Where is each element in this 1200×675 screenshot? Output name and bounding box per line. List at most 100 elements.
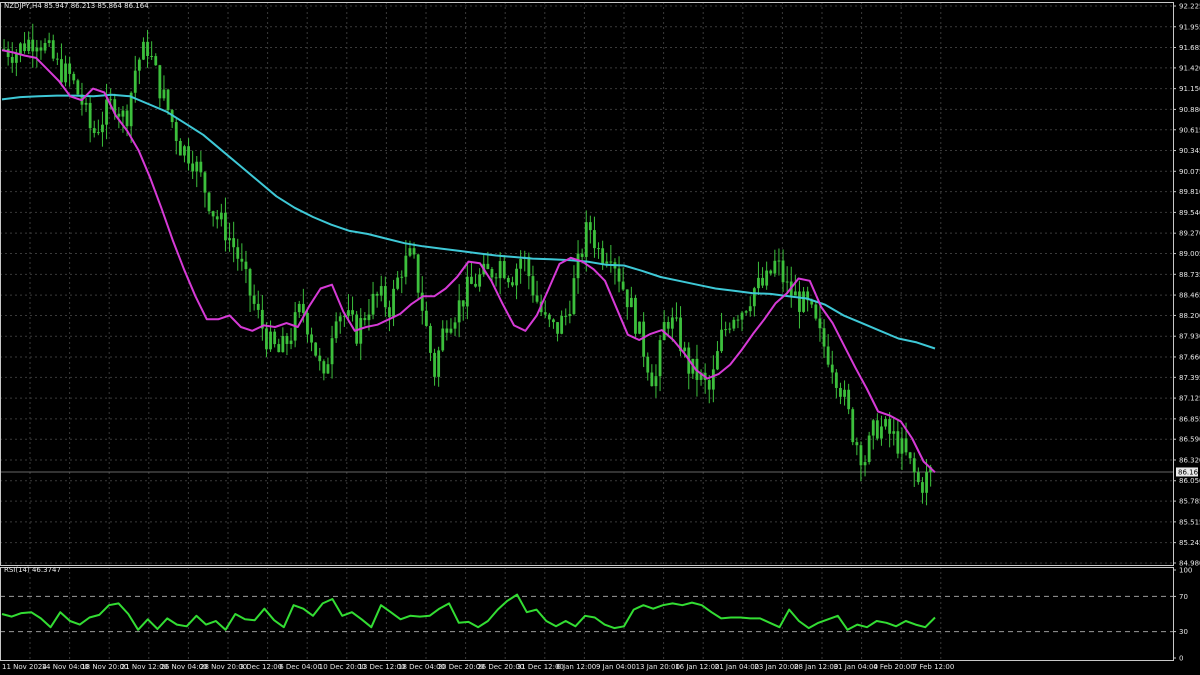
candle-body bbox=[621, 281, 625, 290]
candle-body bbox=[830, 364, 834, 373]
rsi-tick-label: 0 bbox=[1179, 655, 1183, 663]
candle-body bbox=[207, 192, 211, 212]
price-tick-label: 88.465 bbox=[1179, 292, 1200, 300]
price-tick-label: 90.615 bbox=[1179, 126, 1200, 134]
candle-body bbox=[609, 261, 613, 263]
candle-body bbox=[650, 372, 654, 387]
rsi-indicator-label: RSI(14) 46.3747 bbox=[4, 566, 61, 574]
candle-body bbox=[437, 350, 441, 377]
candle-body bbox=[174, 122, 178, 141]
candle-body bbox=[154, 56, 158, 66]
candle-body bbox=[757, 277, 760, 289]
price-tick-label: 89.540 bbox=[1179, 209, 1200, 217]
candle-body bbox=[498, 261, 502, 279]
candle-body bbox=[658, 340, 662, 377]
candle-body bbox=[519, 258, 523, 269]
candle-body bbox=[925, 472, 928, 493]
rsi-tick-label: 100 bbox=[1179, 567, 1192, 575]
candle-body bbox=[105, 99, 108, 125]
candle-body bbox=[916, 472, 920, 483]
candle-body bbox=[191, 163, 195, 172]
price-tick-label: 87.395 bbox=[1179, 374, 1200, 382]
candle-body bbox=[392, 288, 395, 318]
rsi-tick-label: 30 bbox=[1179, 628, 1188, 636]
candle-body bbox=[232, 238, 236, 248]
candle-body bbox=[781, 260, 785, 283]
price-tick-label: 89.810 bbox=[1179, 188, 1200, 196]
chart-root: 92.225 91.955 91.685 91.420 91.150 90.880 90.6… bbox=[0, 0, 1200, 675]
candle-body bbox=[441, 328, 445, 351]
candle-body bbox=[236, 247, 240, 259]
price-tick-label: 88.735 bbox=[1179, 271, 1200, 279]
candle-body bbox=[371, 293, 375, 315]
candle-body bbox=[793, 291, 797, 296]
time-tick-label: 6 Jan 12:00 bbox=[556, 663, 596, 671]
candle-body bbox=[306, 312, 309, 335]
candle-body bbox=[904, 438, 908, 453]
candle-body bbox=[297, 303, 301, 313]
candle-body bbox=[601, 248, 605, 264]
time-tick-label: 21 Jan 04:00 bbox=[715, 663, 759, 671]
candle-body bbox=[769, 270, 773, 274]
candle-body bbox=[822, 328, 826, 347]
candle-body bbox=[625, 289, 629, 308]
candle-body bbox=[219, 212, 223, 220]
candle-body bbox=[265, 328, 268, 350]
price-tick-label: 85.515 bbox=[1179, 518, 1200, 526]
candle-body bbox=[125, 110, 129, 127]
candle-body bbox=[187, 146, 190, 164]
candle-body bbox=[867, 435, 871, 463]
candle-body bbox=[629, 297, 633, 308]
candle-body bbox=[908, 452, 912, 459]
price-tick-label: 91.150 bbox=[1179, 85, 1200, 93]
candle-body bbox=[301, 303, 305, 313]
candle-body bbox=[51, 40, 55, 59]
price-tick-label: 87.125 bbox=[1179, 395, 1200, 403]
candle-body bbox=[109, 99, 113, 101]
candle-body bbox=[269, 331, 272, 350]
candle-body bbox=[748, 306, 752, 312]
candle-body bbox=[433, 352, 436, 377]
candle-body bbox=[486, 263, 490, 270]
candle-body bbox=[146, 41, 149, 56]
candle-body bbox=[178, 140, 182, 156]
candle-body bbox=[580, 253, 584, 257]
candle-body bbox=[560, 315, 564, 334]
time-tick-label: 4 Feb 20:00 bbox=[873, 663, 914, 671]
candle-body bbox=[150, 55, 154, 57]
candle-body bbox=[654, 376, 658, 387]
price-tick-label: 87.930 bbox=[1179, 333, 1200, 341]
candle-body bbox=[379, 286, 383, 296]
candle-body bbox=[248, 269, 252, 296]
candle-body bbox=[162, 89, 166, 99]
candle-body bbox=[511, 282, 514, 286]
candle-body bbox=[863, 462, 867, 466]
candle-body bbox=[683, 347, 687, 352]
time-tick-label: 7 Feb 12:00 bbox=[913, 663, 954, 671]
candle-body bbox=[892, 431, 896, 434]
candle-body bbox=[605, 261, 609, 264]
candle-body bbox=[199, 161, 203, 173]
candle-body bbox=[84, 102, 88, 105]
candle-body bbox=[802, 291, 805, 312]
candle-body bbox=[777, 260, 781, 262]
candle-body bbox=[666, 322, 670, 329]
candle-body bbox=[158, 65, 162, 99]
candle-body bbox=[310, 334, 313, 343]
candle-body bbox=[900, 438, 904, 454]
candle-body bbox=[10, 56, 14, 63]
candle-body bbox=[92, 128, 96, 133]
candle-body bbox=[252, 295, 256, 304]
candle-body bbox=[96, 132, 100, 134]
candle-body bbox=[211, 211, 215, 217]
candle-body bbox=[351, 310, 354, 315]
candle-body bbox=[347, 310, 350, 316]
candle-body bbox=[572, 278, 576, 314]
candle-body bbox=[55, 58, 59, 60]
price-tick-label: 89.270 bbox=[1179, 230, 1200, 238]
candle-body bbox=[490, 269, 494, 278]
price-tick-label: 85.785 bbox=[1179, 498, 1200, 506]
candle-body bbox=[330, 338, 334, 365]
time-tick-label: 9 Jan 04:00 bbox=[596, 663, 636, 671]
price-tick-label: 86.855 bbox=[1179, 415, 1200, 423]
